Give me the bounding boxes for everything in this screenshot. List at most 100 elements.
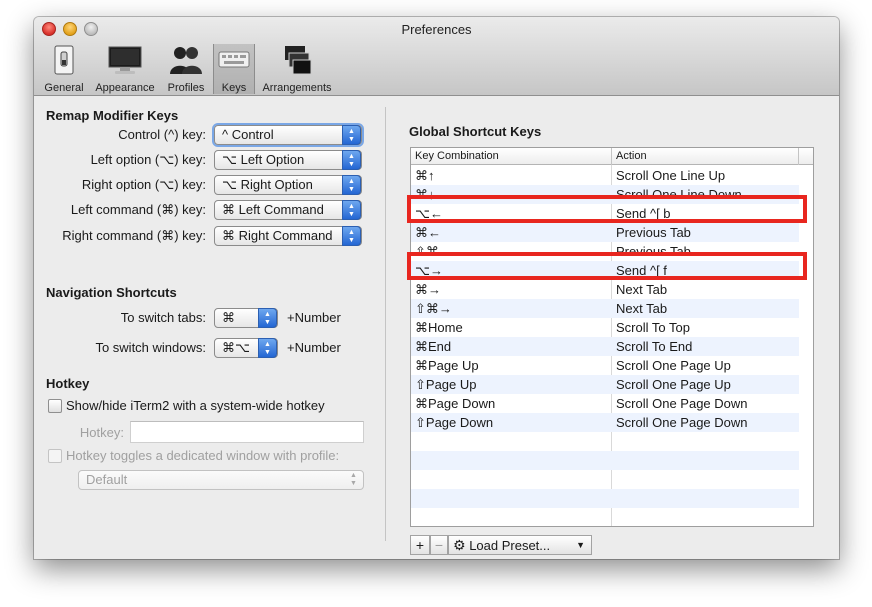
empty-row (411, 470, 799, 489)
hotkey-title: Hotkey (46, 376, 90, 391)
updown-arrows-icon: ▲ ▼ (342, 200, 361, 220)
tab-arrangements[interactable]: Arrangements (258, 44, 336, 94)
row-action: Next Tab (616, 282, 668, 297)
left-option-value: ⌥ Left Option (222, 152, 305, 167)
control-key-value: ^ Control (222, 127, 274, 142)
row-action: Scroll One Page Up (616, 358, 731, 373)
row-key: ⇧Page Up (415, 377, 477, 392)
tab-keys[interactable]: Keys (213, 44, 255, 94)
row-key: ⇧⌘→ (415, 301, 452, 316)
column-header-action[interactable]: Action (616, 150, 647, 162)
chevron-down-icon: ▼ (576, 540, 585, 550)
remove-shortcut-button[interactable]: − (430, 535, 448, 555)
updown-arrows-icon: ▲ ▼ (350, 472, 357, 487)
empty-row (411, 508, 799, 526)
highlight-box-option-right (407, 252, 807, 280)
tab-appearance[interactable]: Appearance (90, 44, 160, 94)
tab-profiles-label: Profiles (167, 82, 205, 94)
gear-icon: ⚙ (453, 537, 466, 553)
right-command-value: ⌘ Right Command (222, 228, 333, 243)
system-hotkey-label: Show/hide iTerm2 with a system-wide hotk… (66, 398, 325, 413)
updown-arrows-icon: ▲ ▼ (342, 125, 361, 145)
users-icon (170, 47, 202, 74)
tab-arrangements-label: Arrangements (262, 82, 332, 94)
remap-title: Remap Modifier Keys (46, 108, 179, 123)
control-key-label: Control (^) key: (118, 127, 206, 142)
dedicated-window-label: Hotkey toggles a dedicated window with p… (66, 448, 340, 463)
column-separator (798, 148, 799, 165)
table-row[interactable]: ⇧Page Down Scroll One Page Down (411, 413, 799, 432)
row-key: ⌘End (415, 339, 452, 354)
updown-arrows-icon: ▲ ▼ (342, 150, 361, 170)
right-command-popup[interactable]: ⌘ Right Command ▲ ▼ (214, 226, 362, 246)
table-row[interactable]: ⇧Page Up Scroll One Page Up (411, 375, 799, 394)
control-key-popup[interactable]: ^ Control ▲ ▼ (214, 125, 362, 145)
table-row[interactable]: ⌘Page Up Scroll One Page Up (411, 356, 799, 375)
switch-windows-popup[interactable]: ⌘⌥ ▲ ▼ (214, 338, 278, 358)
updown-arrows-icon: ▲ ▼ (258, 338, 277, 358)
global-shortcuts-title: Global Shortcut Keys (409, 124, 542, 139)
left-option-label: Left option (⌥) key: (90, 152, 206, 167)
table-row[interactable]: ⌘End Scroll To End (411, 337, 799, 356)
left-pane: Remap Modifier Keys Control (^) key: ^ C… (34, 97, 384, 557)
switch-icon (54, 45, 74, 75)
display-icon (108, 46, 142, 74)
table-row[interactable]: ⌘Home Scroll To Top (411, 318, 799, 337)
table-row[interactable]: ⌘→ Next Tab (411, 280, 799, 299)
row-key: ⌘Page Down (415, 396, 496, 411)
empty-row (411, 451, 799, 470)
tab-profiles[interactable]: Profiles (163, 44, 209, 94)
profile-value: Default (86, 472, 128, 487)
navigation-title: Navigation Shortcuts (46, 285, 177, 300)
preferences-window: Preferences General Appearance Profiles … (34, 17, 839, 559)
table-row[interactable]: ⌘Page Down Scroll One Page Down (411, 394, 799, 413)
row-action: Scroll One Page Up (616, 377, 731, 392)
add-shortcut-button[interactable]: + (410, 535, 430, 555)
tab-general[interactable]: General (42, 44, 86, 94)
switch-tabs-label: To switch tabs: (120, 310, 206, 325)
updown-arrows-icon: ▲ ▼ (342, 175, 361, 195)
switch-windows-suffix: +Number (287, 340, 341, 355)
right-pane: Global Shortcut Keys Key Combination Act… (394, 97, 834, 557)
right-option-value: ⌥ Right Option (222, 177, 313, 192)
left-command-value: ⌘ Left Command (222, 202, 324, 217)
updown-arrows-icon: ▲ ▼ (258, 308, 277, 328)
windows-icon (285, 46, 312, 75)
tab-keys-label: Keys (221, 82, 247, 94)
system-hotkey-checkbox[interactable] (48, 399, 62, 413)
row-key: ⌘Home (415, 320, 463, 335)
table-row[interactable]: ⌘↑ Scroll One Line Up (411, 166, 799, 185)
load-preset-label: Load Preset... (469, 538, 551, 553)
switch-tabs-value: ⌘ (222, 310, 235, 325)
right-option-popup[interactable]: ⌥ Right Option ▲ ▼ (214, 175, 362, 195)
hotkey-field[interactable] (130, 421, 364, 443)
row-action: Scroll One Page Down (616, 396, 748, 411)
row-action: Previous Tab (616, 225, 691, 240)
left-option-popup[interactable]: ⌥ Left Option ▲ ▼ (214, 150, 362, 170)
empty-row (411, 489, 799, 508)
profile-popup[interactable]: Default ▲ ▼ (78, 470, 364, 490)
titlebar: Preferences General Appearance Profiles … (34, 17, 839, 96)
switch-tabs-suffix: +Number (287, 310, 341, 325)
empty-row (411, 432, 799, 451)
row-key: ⇧Page Down (415, 415, 494, 430)
row-key: ⌘Page Up (415, 358, 479, 373)
row-action: Scroll One Line Up (616, 168, 726, 183)
table-header: Key Combination Action (411, 148, 813, 165)
switch-tabs-popup[interactable]: ⌘ ▲ ▼ (214, 308, 278, 328)
table-row[interactable]: ⇧⌘→ Next Tab (411, 299, 799, 318)
dedicated-window-checkbox[interactable] (48, 449, 62, 463)
highlight-box-option-left (407, 195, 807, 223)
left-command-popup[interactable]: ⌘ Left Command ▲ ▼ (214, 200, 362, 220)
right-command-label: Right command (⌘) key: (62, 228, 206, 243)
table-row[interactable]: ⌘← Previous Tab (411, 223, 799, 242)
keyboard-icon (218, 51, 250, 68)
window-title: Preferences (401, 22, 472, 37)
row-action: Scroll To End (616, 339, 693, 354)
load-preset-button[interactable]: ⚙ Load Preset... ▼ (448, 535, 592, 555)
row-key: ⌘← (415, 225, 441, 240)
switch-windows-value: ⌘⌥ (222, 340, 250, 355)
updown-arrows-icon: ▲ ▼ (342, 226, 361, 246)
column-header-key[interactable]: Key Combination (415, 150, 499, 162)
right-option-label: Right option (⌥) key: (81, 177, 206, 192)
